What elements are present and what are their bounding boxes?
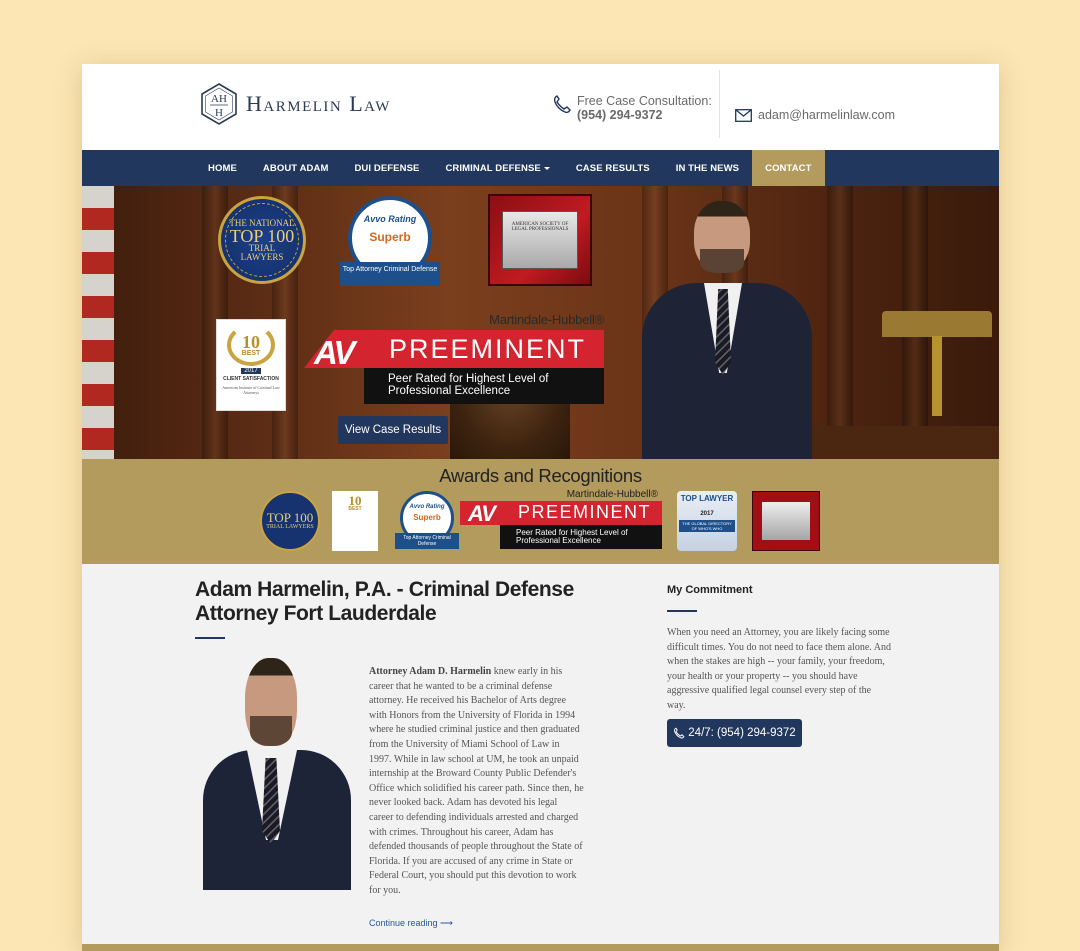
awards-section: Awards and Recognitions TOP 100 TRIAL LA…: [82, 459, 999, 564]
phone-icon: [674, 727, 685, 739]
award-avvo-ribbon: Top Attorney Criminal Defense: [395, 533, 459, 549]
nav-item-criminal-defense-label: CRIMINAL DEFENSE: [445, 162, 541, 174]
ten-best-org: American Institute of Criminal Law Attor…: [222, 385, 280, 395]
ten-best-number: 10: [242, 331, 260, 352]
award-plaque: AMERICAN SOCIETY OF LEGAL PROFESSIONALS: [488, 194, 592, 286]
browser-frame: AH H Harmelin Law Free Case Consultation…: [82, 64, 999, 951]
ten-best-badge: 10 BEST 2017 CLIENT SATISFACTION America…: [216, 319, 286, 411]
desk-lamp-stand: [932, 336, 942, 416]
top100-trial-lawyers-badge: THE NATIONAL TOP 100 TRIAL LAWYERS: [218, 196, 306, 284]
consultation-block[interactable]: Free Case Consultation: (954) 294-9372: [552, 94, 712, 122]
nav-item-case-results[interactable]: CASE RESULTS: [563, 150, 663, 186]
view-case-results-button[interactable]: View Case Results: [338, 416, 448, 444]
avvo-rating-label: Avvo Rating: [363, 214, 417, 224]
page-title: Adam Harmelin, P.A. - Criminal Defense A…: [195, 578, 574, 625]
avvo-grade: Superb: [369, 230, 411, 244]
svg-text:H: H: [215, 107, 223, 119]
award-top100: TOP 100 TRIAL LAWYERS: [260, 491, 320, 551]
award-avvo-grade: Superb: [413, 513, 441, 522]
ten-best-label: CLIENT SATISFACTION: [223, 376, 279, 382]
attorney-hero-photo: [642, 201, 812, 459]
award-top100-big: TOP 100: [266, 510, 314, 525]
nav-item-dui-defense[interactable]: DUI DEFENSE: [341, 150, 432, 186]
award-av-letters: AV: [468, 501, 496, 526]
phone-icon: [553, 95, 571, 114]
sidebar-title-underline: [667, 610, 697, 612]
hero-banner: THE NATIONAL TOP 100 TRIAL LAWYERS Avvo …: [82, 186, 999, 459]
award-ten-best-word: BEST: [348, 506, 362, 512]
award-top-lawyer-title: TOP LAWYER: [680, 494, 734, 503]
nav-item-about-adam[interactable]: ABOUT ADAM: [250, 150, 342, 186]
email-block[interactable]: adam@harmelinlaw.com: [735, 108, 895, 122]
nav-item-contact[interactable]: CONTACT: [752, 150, 825, 186]
avvo-ribbon: Top Attorney Criminal Defense: [340, 262, 440, 286]
logo-mark-icon: AH H: [201, 83, 237, 125]
award-top-lawyer-dir: THE GLOBAL DIRECTORY OF WHO'S WHO: [679, 520, 735, 532]
desk-lamp-image: [882, 311, 992, 337]
award-top-lawyer: TOP LAWYER 2017 THE GLOBAL DIRECTORY OF …: [677, 491, 737, 551]
nav-item-in-the-news[interactable]: IN THE NEWS: [663, 150, 752, 186]
nav-item-home[interactable]: HOME: [195, 150, 250, 186]
sidebar-text: When you need an Attorney, you are likel…: [667, 627, 891, 711]
avvo-rating-badge: Avvo Rating Superb Top Attorney Criminal…: [340, 196, 440, 286]
award-av-preeminent: Martindale-Hubbell® AV PREEMINENT Peer R…: [460, 489, 662, 551]
bio-paragraph: Attorney Adam D. Harmelin knew early in …: [369, 665, 584, 899]
av-brand: Martindale-Hubbell®: [489, 312, 604, 327]
envelope-icon: [735, 108, 752, 122]
desk-image: [802, 426, 999, 459]
footer-band: [82, 944, 999, 951]
nav-item-criminal-defense[interactable]: CRIMINAL DEFENSE: [432, 150, 562, 186]
award-avvo-rating: Avvo Rating: [409, 504, 445, 510]
award-plaque-small: [752, 491, 820, 551]
attorney-portrait: [203, 658, 351, 890]
ten-best-year: 2017: [241, 368, 261, 374]
american-flag-image: [82, 186, 114, 459]
sidebar-title: My Commitment: [667, 584, 753, 596]
award-top-lawyer-year: 2017: [700, 511, 714, 517]
logo-text: Harmelin Law: [246, 91, 391, 116]
call-button-label: 24/7: (954) 294-9372: [688, 727, 796, 739]
title-underline: [195, 637, 225, 639]
awards-title: Awards and Recognitions: [439, 465, 642, 486]
call-button[interactable]: 24/7: (954) 294-9372: [667, 719, 802, 747]
continue-reading-link[interactable]: Continue reading ⟶: [369, 918, 453, 929]
award-ten-best: 10 BEST: [332, 491, 378, 551]
chevron-down-icon: [543, 166, 550, 170]
email-link[interactable]: adam@harmelinlaw.com: [758, 108, 895, 122]
site-header: AH H Harmelin Law Free Case Consultation…: [82, 64, 999, 150]
logo[interactable]: AH H Harmelin Law: [199, 82, 391, 126]
award-top100-sm: TRIAL LAWYERS: [266, 524, 314, 530]
main-content: Adam Harmelin, P.A. - Criminal Defense A…: [82, 564, 999, 944]
plaque-text: AMERICAN SOCIETY OF LEGAL PROFESSIONALS: [502, 211, 578, 269]
consultation-phone[interactable]: (954) 294-9372: [577, 108, 712, 122]
bio-text: knew early in his career that he wanted …: [369, 666, 584, 896]
av-letters: AV: [314, 334, 355, 371]
ten-best-word: BEST: [241, 349, 261, 357]
logo-monogram-top: AH: [211, 93, 227, 105]
award-av-subtitle: Peer Rated for Highest Level of Professi…: [500, 525, 662, 549]
av-preeminent-badge: Martindale-Hubbell® AV PREEMINENT Peer R…: [304, 312, 604, 404]
award-av-word: PREEMINENT: [518, 502, 652, 522]
av-word: PREEMINENT: [389, 334, 587, 364]
bio-lead: Attorney Adam D. Harmelin: [369, 666, 492, 677]
award-av-brand: Martindale-Hubbell®: [566, 489, 658, 500]
av-subtitle: Peer Rated for Highest Level of Professi…: [364, 368, 604, 404]
main-nav: HOME ABOUT ADAM DUI DEFENSE CRIMINAL DEF…: [82, 150, 999, 186]
consultation-label: Free Case Consultation:: [577, 94, 712, 108]
wood-panel: [827, 186, 853, 459]
header-divider: [719, 70, 720, 138]
award-avvo: Avvo Rating Superb Top Attorney Criminal…: [395, 491, 459, 551]
